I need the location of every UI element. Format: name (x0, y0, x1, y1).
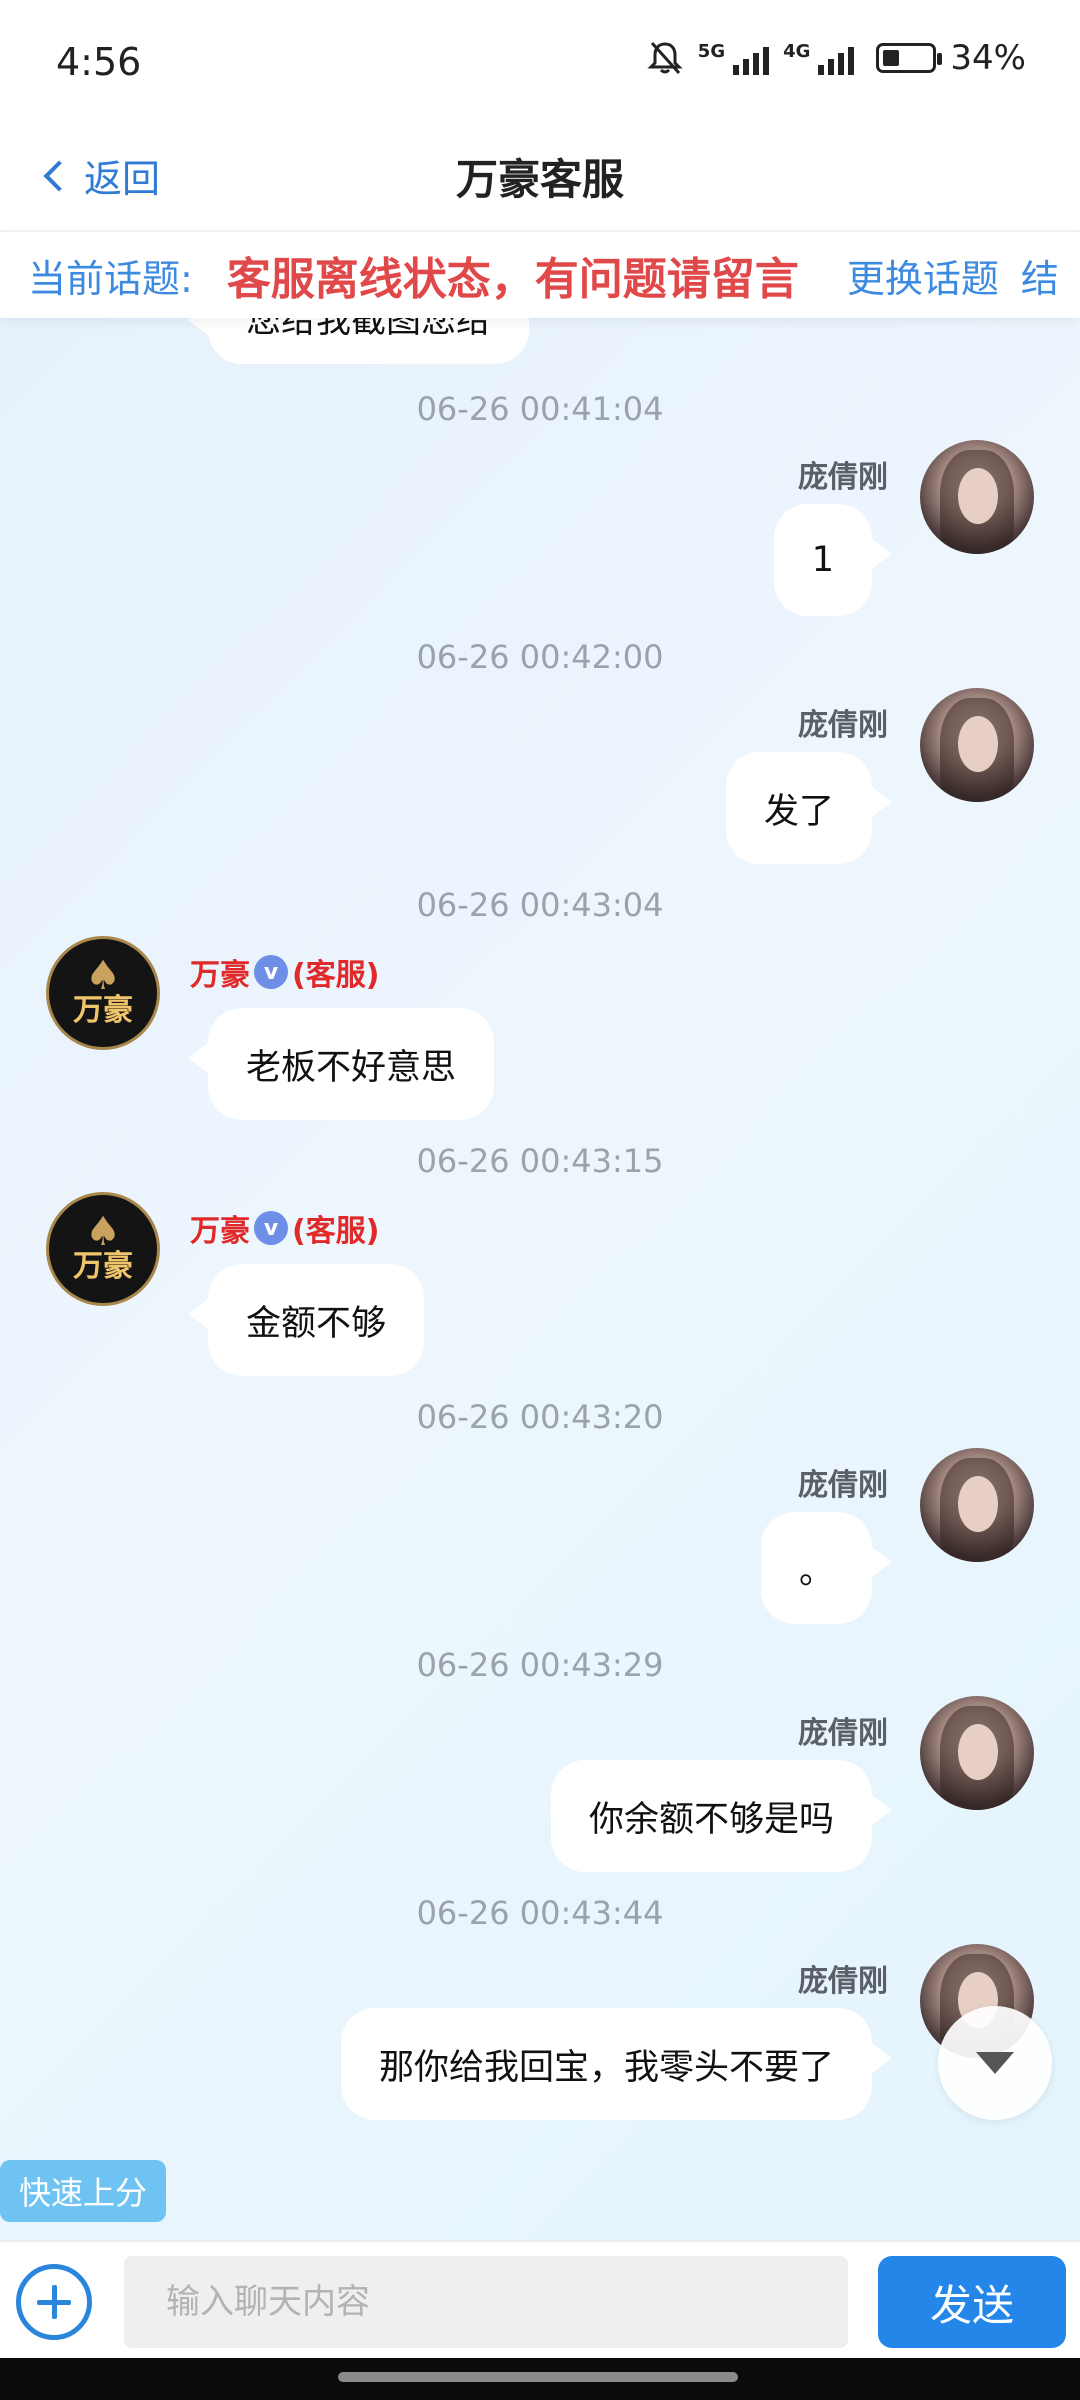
spade-icon: ♠ (85, 953, 121, 999)
service-avatar[interactable]: ♠ 万豪 (46, 936, 160, 1050)
input-bar: 发送 (0, 2240, 1080, 2358)
nav-bar: 返回 万豪客服 (0, 130, 1080, 230)
sender-name: 庞倩刚 (798, 708, 888, 743)
chat-area[interactable]: 您给我截图您给 06-26 00:41:04 庞倩刚 1 06-26 00:42… (0, 318, 1080, 2240)
chat-input[interactable] (124, 2256, 848, 2348)
topic-bar: 当前话题: 客服离线状态，有问题请留言 更换话题 结 (0, 230, 1080, 318)
scroll-down-icon[interactable] (938, 2006, 1052, 2120)
message-bubble: 您给我截图您给 (187, 318, 530, 364)
gesture-bar (0, 2358, 1080, 2400)
mute-bell-icon (647, 41, 683, 75)
message-text: 老板不好意思 (246, 1047, 457, 1088)
home-indicator[interactable] (338, 2372, 738, 2382)
user-avatar[interactable] (920, 440, 1034, 554)
message-bubble: 老板不好意思 (187, 1008, 495, 1120)
service-avatar-text: 万豪 (73, 993, 133, 1028)
message-bubble: 1 (773, 504, 893, 616)
message-bubble: 发了 (725, 752, 893, 864)
message-text: 1 (811, 540, 834, 580)
topic-label: 当前话题: (28, 256, 193, 301)
message-timestamp: 06-26 00:43:15 (416, 1142, 664, 1180)
sender-name: 庞倩刚 (798, 460, 888, 495)
plus-icon[interactable] (16, 2264, 92, 2340)
message-timestamp: 06-26 00:43:29 (416, 1646, 664, 1684)
service-avatar[interactable]: ♠ 万豪 (46, 1192, 160, 1306)
topic-overflow-button[interactable]: 结 (1021, 248, 1059, 303)
service-avatar-text: 万豪 (73, 1249, 133, 1284)
user-avatar[interactable] (920, 1448, 1034, 1562)
message-bubble: 那你给我回宝，我零头不要了 (340, 2008, 893, 2120)
battery-icon (876, 43, 943, 73)
sender-name: 庞倩刚 (798, 1964, 888, 1999)
status-time: 4:56 (56, 40, 142, 84)
battery-percent: 34% (950, 38, 1026, 78)
message-bubble: 。 (760, 1512, 893, 1624)
signal-icon: 5G (697, 41, 770, 75)
user-avatar[interactable] (920, 688, 1034, 802)
net1-label: 5G (697, 41, 726, 62)
net2-label: 4G (783, 41, 811, 62)
verified-icon: v (254, 1211, 288, 1245)
sender-role: (客服) (292, 1214, 380, 1249)
message-timestamp: 06-26 00:42:00 (416, 638, 664, 676)
user-avatar[interactable] (920, 1696, 1034, 1810)
message-text: 金额不够 (246, 1303, 387, 1344)
sender-name: 庞倩刚 (798, 1468, 888, 1503)
sender-name: 万豪 (190, 1214, 250, 1249)
message-timestamp: 06-26 00:43:04 (416, 886, 664, 924)
message-text: 发了 (763, 791, 834, 832)
message-timestamp: 06-26 00:41:04 (416, 390, 664, 428)
message-text: 你余额不够是吗 (588, 1799, 834, 1840)
message-text: 那你给我回宝，我零头不要了 (378, 2047, 834, 2088)
status-bar: 4:56 5G 4G 34% (0, 0, 1080, 130)
sender-name: 庞倩刚 (798, 1716, 888, 1751)
sender-name: 万豪 (190, 958, 250, 993)
service-sender-name: 万豪 v (客服) (190, 950, 379, 994)
message-text: 您给我截图您给 (246, 318, 492, 341)
service-sender-name: 万豪 v (客服) (190, 1206, 379, 1250)
message-bubble: 你余额不够是吗 (550, 1760, 893, 1872)
status-icons: 5G 4G 34% (646, 38, 1026, 78)
message-text: 。 (798, 1551, 834, 1592)
change-topic-button[interactable]: 更换话题 (847, 248, 999, 303)
verified-icon: v (254, 955, 288, 989)
message-timestamp: 06-26 00:43:44 (416, 1894, 664, 1932)
signal-icon-2: 4G (783, 41, 855, 75)
spade-icon: ♠ (85, 1209, 121, 1255)
message-timestamp: 06-26 00:43:20 (416, 1398, 664, 1436)
page-title: 万豪客服 (455, 155, 624, 204)
topic-text: 客服离线状态，有问题请留言 (226, 254, 799, 305)
send-button[interactable]: 发送 (878, 2256, 1066, 2348)
message-bubble: 金额不够 (187, 1264, 425, 1376)
quick-topup-button[interactable]: 快速上分 (0, 2160, 166, 2222)
sender-role: (客服) (292, 958, 380, 993)
